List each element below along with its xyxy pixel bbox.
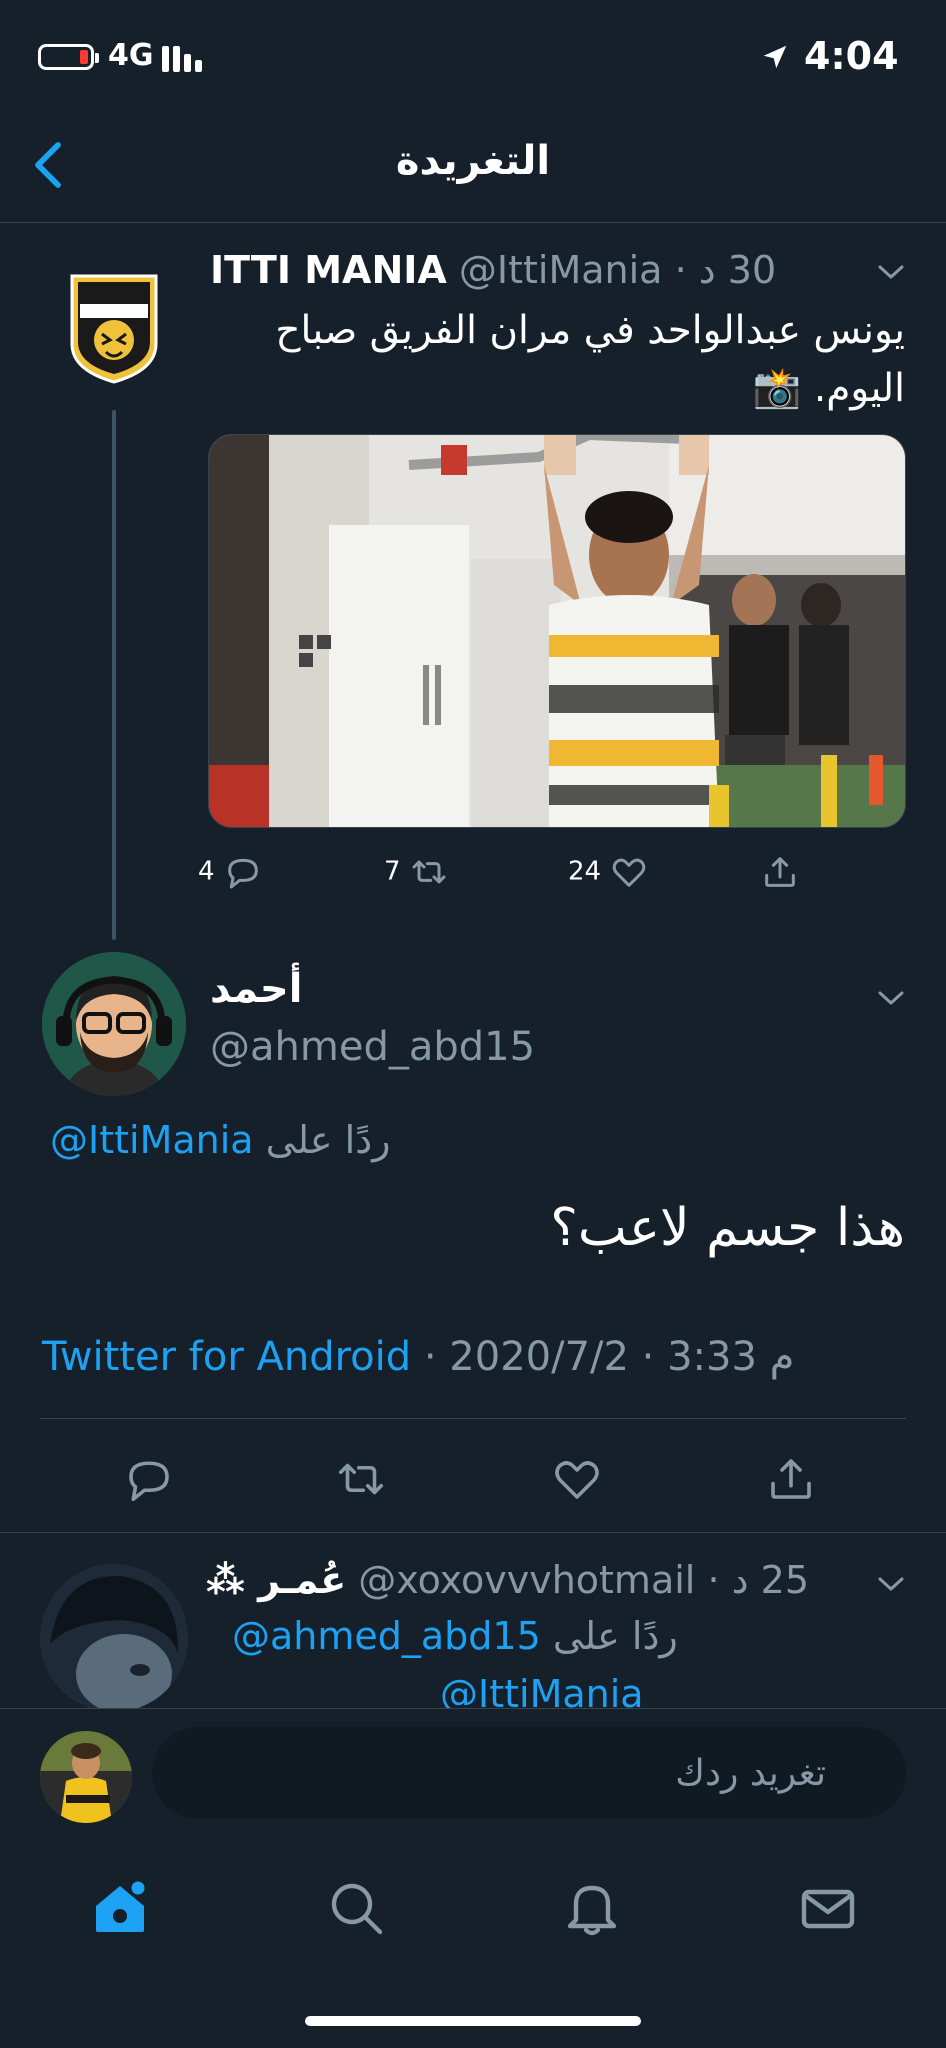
parent-tweet-time: 30 د [698, 248, 777, 292]
page-title: التغريدة [395, 138, 551, 184]
cartoon-avatar-illustration [42, 952, 186, 1096]
reply-to-handle[interactable]: @ahmed_abd15 [232, 1614, 541, 1658]
main-tweet-handle[interactable]: @ahmed_abd15 [210, 1024, 535, 1070]
tweet-time: 3:33 م [667, 1334, 795, 1380]
parent-tweet-header: ITTI MANIA @IttiMania · 30 د [210, 248, 830, 298]
heart-icon [613, 858, 646, 887]
reply-to-line: @ahmed_abd15 ردًا على [232, 1614, 692, 1658]
status-time: 4:04 [804, 34, 899, 78]
reply-tweet-time: 25 د [731, 1560, 810, 1602]
reply-tweet-header: عُمـر ⁂ @xoxovvvhotmail · 25 د [206, 1560, 846, 1602]
separator-dot: · [707, 1560, 720, 1602]
tweet-source[interactable]: Twitter for Android [42, 1334, 411, 1380]
status-bar: 4G 4:04 [0, 0, 946, 110]
heart-icon[interactable] [550, 1452, 604, 1506]
player-avatar-illustration [40, 1731, 132, 1823]
divider [0, 1532, 946, 1533]
home-icon[interactable] [90, 1878, 150, 1938]
reply-tweet-author-name[interactable]: عُمـر ⁂ [206, 1560, 346, 1602]
header: التغريدة [0, 110, 946, 223]
search-icon[interactable] [326, 1878, 386, 1938]
divider [40, 1418, 906, 1419]
tweet-photo[interactable] [208, 434, 906, 828]
reply-icon[interactable] [122, 1452, 176, 1506]
network-type: 4G [108, 38, 154, 73]
reply-to-handle[interactable]: @IttiMania [50, 1118, 254, 1162]
location-arrow-icon [763, 45, 787, 69]
battery-icon [38, 44, 99, 70]
separator-dot: · [423, 1334, 437, 1380]
itti-mania-logo-avatar[interactable] [66, 270, 162, 386]
chevron-down-icon[interactable] [876, 1574, 906, 1594]
tweet-metadata: Twitter for Android · 2020/7/2 · 3:33 م [42, 1334, 922, 1380]
main-tweet-text: هذا جسم لاعب؟ [550, 1198, 905, 1258]
reply-tweet-handle[interactable]: @xoxovvvhotmail [358, 1560, 695, 1602]
like-count: 24 [568, 856, 602, 887]
parent-tweet-handle[interactable]: @IttiMania [459, 248, 663, 292]
chevron-down-icon[interactable] [876, 262, 906, 282]
retweet-icon[interactable] [334, 1452, 388, 1506]
avatar[interactable] [42, 952, 186, 1096]
share-icon [765, 857, 795, 887]
retweet-action[interactable]: 7 [384, 852, 449, 896]
tweet-date: 2020/7/2 [449, 1334, 629, 1380]
share-action[interactable] [760, 852, 800, 896]
parent-tweet-text: يونس عبدالواحد في مران الفريق صباح اليوم… [275, 308, 905, 411]
reply-to-label: ردًا على [552, 1614, 678, 1658]
separator-dot: · [641, 1334, 655, 1380]
parent-tweet-author-name[interactable]: ITTI MANIA [210, 248, 447, 292]
dark-portrait-avatar [40, 1564, 188, 1708]
tab-bar [0, 1838, 946, 2048]
home-indicator [305, 2016, 641, 2026]
retweet-count: 7 [384, 856, 401, 887]
reply-to-handle-2[interactable]: @IttiMania [440, 1672, 644, 1708]
notifications-bell-icon[interactable] [562, 1878, 622, 1938]
my-avatar[interactable] [40, 1731, 132, 1823]
reply-to-label: ردًا على [265, 1118, 391, 1162]
separator-dot: · [674, 248, 687, 292]
retweet-icon [412, 860, 446, 884]
reply-composer [0, 1708, 946, 1839]
messages-envelope-icon[interactable] [798, 1878, 858, 1938]
reply-action[interactable]: 4 [198, 852, 263, 896]
avatar[interactable] [40, 1564, 188, 1708]
reply-count: 4 [198, 856, 215, 887]
like-action[interactable]: 24 [568, 852, 649, 896]
signal-icon [162, 44, 208, 72]
gym-photo-illustration [209, 435, 905, 827]
share-icon[interactable] [764, 1452, 818, 1506]
thread-line [112, 410, 116, 940]
reply-input[interactable] [152, 1727, 906, 1819]
chevron-down-icon[interactable] [876, 988, 906, 1008]
reply-tweet[interactable]: عُمـر ⁂ @xoxovvvhotmail · 25 د @ahmed_ab… [0, 1560, 946, 1708]
main-tweet-author-name[interactable]: أحمد [210, 966, 302, 1012]
reply-icon [227, 858, 258, 889]
reply-to-line: @IttiMania ردًا على [50, 1118, 650, 1162]
